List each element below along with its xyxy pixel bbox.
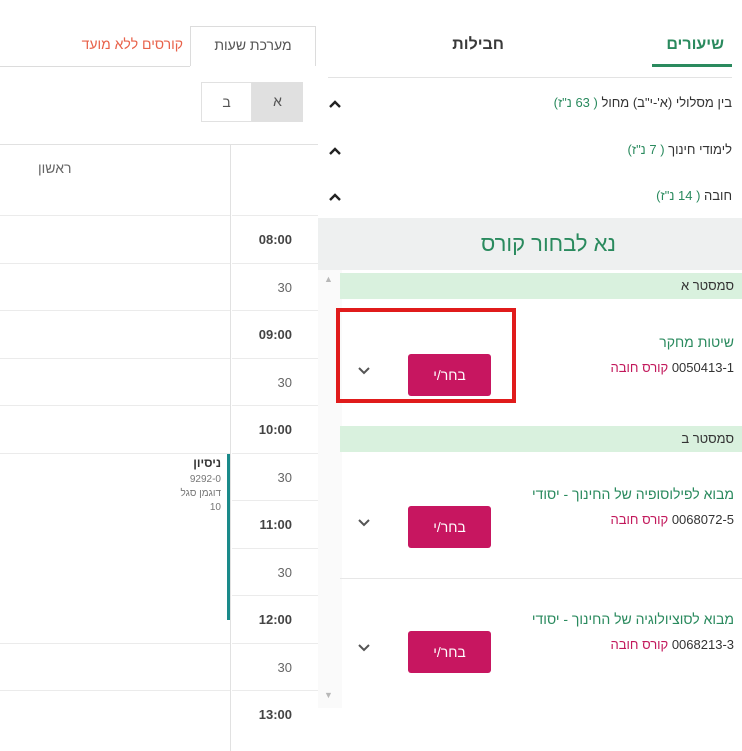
choose-course-title: נא לבחור קורס bbox=[480, 231, 616, 256]
course-type: קורס חובה bbox=[610, 360, 669, 375]
time-row-line bbox=[232, 690, 318, 691]
filter-credits: ( 63 נ"ז) bbox=[553, 95, 598, 110]
chevron-up-icon[interactable] bbox=[328, 190, 342, 204]
course-meta: 0050413-1 קורס חובה bbox=[611, 360, 734, 375]
filter-credits: ( 14 נ"ז) bbox=[656, 188, 701, 203]
schedule-event[interactable]: ניסיון 9292-0 דוגמן סגל 10 bbox=[0, 454, 230, 620]
week-toggle: ב א bbox=[201, 82, 303, 122]
time-row-line bbox=[232, 548, 318, 549]
filter-name: בין מסלולי (א'-י"ב) מחול bbox=[601, 95, 732, 110]
scroll-down-icon[interactable]: ▼ bbox=[324, 690, 333, 700]
chevron-down-icon[interactable] bbox=[357, 516, 371, 530]
time-row-line bbox=[232, 358, 318, 359]
course-divider bbox=[340, 578, 742, 579]
course-meta: 0068213-3 קורס חובה bbox=[611, 637, 734, 652]
tab-schedule[interactable]: מערכת שעות bbox=[190, 26, 316, 66]
course-item: מבוא לפילוסופיה של החינוך - יסודי 006807… bbox=[340, 486, 742, 578]
time-column-border bbox=[230, 144, 231, 751]
time-row-line bbox=[232, 453, 318, 454]
course-code: 0050413-1 bbox=[671, 360, 734, 375]
tab-lessons[interactable]: שיעורים bbox=[666, 36, 724, 54]
schedule-tabs: מערכת שעות קורסים ללא מועד bbox=[0, 26, 318, 66]
grid-row-line bbox=[0, 215, 230, 216]
grid-row-line bbox=[0, 643, 230, 644]
chevron-up-icon[interactable] bbox=[328, 97, 342, 111]
course-name: מבוא לפילוסופיה של החינוך - יסודי bbox=[532, 486, 734, 502]
tabs-divider bbox=[328, 77, 732, 78]
grid-top-border bbox=[0, 144, 318, 145]
tabs-divider bbox=[0, 66, 190, 67]
course-code: 0068072-5 bbox=[671, 512, 734, 527]
main-tabs: שיעורים חבילות bbox=[318, 0, 742, 80]
chevron-down-icon[interactable] bbox=[357, 641, 371, 655]
event-lecturer: דוגמן סגל bbox=[180, 488, 222, 499]
grid-row-line bbox=[0, 405, 230, 406]
course-meta: 0068072-5 קורס חובה bbox=[611, 512, 734, 527]
filter-name: לימודי חינוך bbox=[668, 142, 732, 157]
time-row-line bbox=[232, 263, 318, 264]
filter-name: חובה bbox=[704, 188, 732, 203]
week-a-button[interactable]: א bbox=[252, 82, 303, 122]
filter-label: חובה ( 14 נ"ז) bbox=[656, 188, 732, 203]
time-row-line bbox=[232, 215, 318, 216]
course-name: מבוא לסוציולוגיה של החינוך - יסודי bbox=[531, 611, 734, 627]
chevron-up-icon[interactable] bbox=[328, 144, 342, 158]
time-label-0930: 30 bbox=[277, 375, 292, 390]
time-label-0800: 08:00 bbox=[258, 232, 292, 247]
course-item: מבוא לסוציולוגיה של החינוך - יסודי 00682… bbox=[340, 611, 742, 703]
day-header-sunday: ראשון bbox=[38, 160, 72, 176]
course-type: קורס חובה bbox=[610, 637, 669, 652]
highlight-annotation bbox=[336, 308, 516, 403]
filter-row-mandatory[interactable]: חובה ( 14 נ"ז) bbox=[318, 177, 742, 217]
choose-course-header: נא לבחור קורס bbox=[318, 218, 742, 270]
semester-label: סמסטר א bbox=[680, 278, 734, 293]
time-label-1130: 30 bbox=[277, 565, 292, 580]
filter-row-program[interactable]: בין מסלולי (א'-י"ב) מחול ( 63 נ"ז) bbox=[318, 84, 742, 124]
choose-course-button[interactable]: בחר/י bbox=[408, 631, 491, 673]
tab-packages[interactable]: חבילות bbox=[452, 36, 504, 54]
filter-label: לימודי חינוך ( 7 נ"ז) bbox=[628, 142, 732, 157]
course-name: שיטות מחקר bbox=[659, 334, 734, 350]
semester-label: סמסטר ב bbox=[681, 431, 734, 446]
scroll-up-icon[interactable]: ▲ bbox=[324, 274, 333, 284]
course-type: קורס חובה bbox=[610, 512, 669, 527]
filter-credits: ( 7 נ"ז) bbox=[627, 142, 665, 157]
grid-row-line bbox=[0, 310, 230, 311]
tab-courses-no-date[interactable]: קורסים ללא מועד bbox=[82, 26, 183, 66]
schedule-panel: מערכת שעות קורסים ללא מועד ב א ראשון 08:… bbox=[0, 0, 318, 751]
course-code: 0068213-3 bbox=[671, 637, 734, 652]
time-label-1030: 30 bbox=[277, 470, 292, 485]
time-label-0830: 30 bbox=[277, 280, 292, 295]
time-label-1300: 13:00 bbox=[258, 707, 292, 722]
time-row-line bbox=[232, 310, 318, 311]
filter-label: בין מסלולי (א'-י"ב) מחול ( 63 נ"ז) bbox=[554, 95, 732, 110]
filter-row-education[interactable]: לימודי חינוך ( 7 נ"ז) bbox=[318, 131, 742, 171]
semester-header-b: סמסטר ב bbox=[340, 426, 742, 452]
time-row-line bbox=[232, 595, 318, 596]
time-row-line bbox=[232, 405, 318, 406]
grid-row-line bbox=[0, 690, 230, 691]
event-room: 10 bbox=[209, 502, 221, 513]
schedule-grid: ראשון 08:00 30 09:00 30 10:00 30 11:00 3… bbox=[0, 144, 318, 751]
time-row-line bbox=[232, 500, 318, 501]
time-row-line bbox=[232, 643, 318, 644]
time-label-1000: 10:00 bbox=[258, 422, 292, 437]
week-b-button[interactable]: ב bbox=[201, 82, 252, 122]
time-label-0900: 09:00 bbox=[258, 327, 292, 342]
time-label-1230: 30 bbox=[277, 660, 292, 675]
time-label-1200: 12:00 bbox=[258, 612, 292, 627]
event-code: 9292-0 bbox=[189, 474, 221, 485]
grid-row-line bbox=[0, 358, 230, 359]
time-label-1100: 11:00 bbox=[259, 517, 292, 532]
choose-course-button[interactable]: בחר/י bbox=[408, 506, 491, 548]
grid-row-line bbox=[0, 263, 230, 264]
event-title: ניסיון bbox=[193, 456, 221, 470]
semester-header-a: סמסטר א bbox=[340, 273, 742, 299]
active-tab-underline bbox=[652, 64, 732, 67]
